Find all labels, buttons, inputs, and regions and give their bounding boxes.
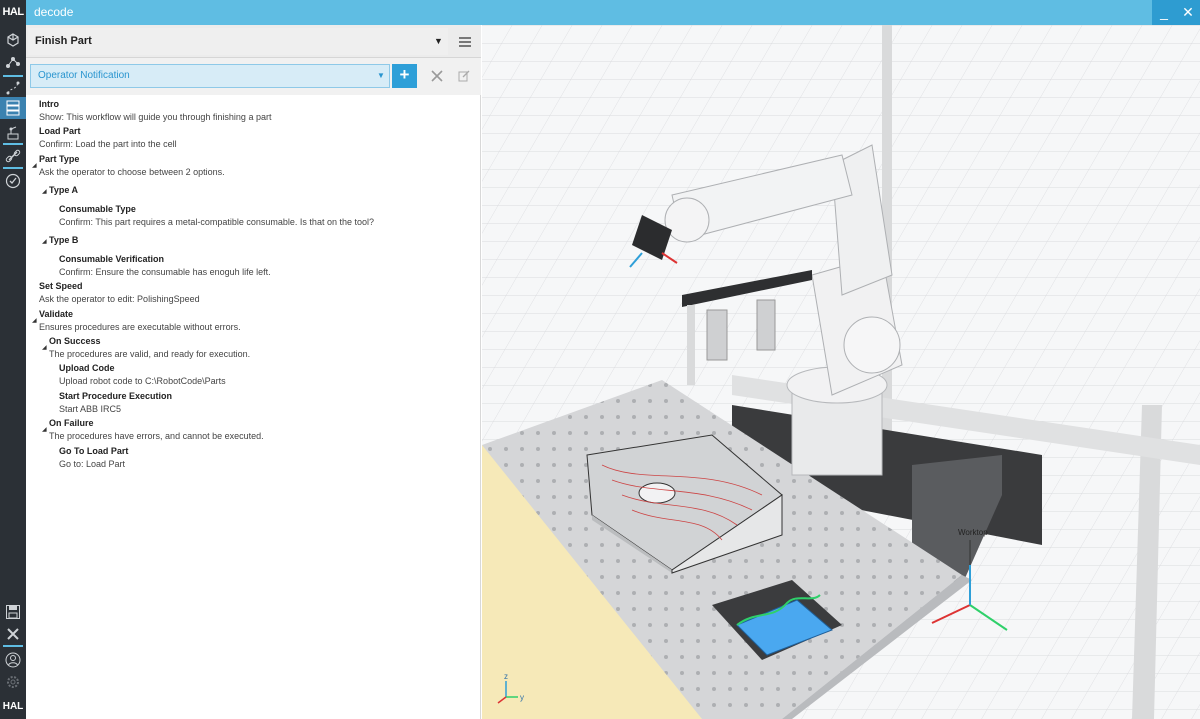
- node-desc: Ask the operator to choose between 2 opt…: [39, 167, 225, 177]
- tree-node-consumable-type[interactable]: Consumable Type Confirm: This part requi…: [59, 204, 374, 227]
- app-title: decode: [34, 5, 74, 19]
- collapse-triangle-icon[interactable]: ◢: [42, 238, 47, 245]
- tree-node-set-speed[interactable]: Set Speed Ask the operator to edit: Poli…: [39, 281, 200, 304]
- tree-node-type-a[interactable]: Type A: [49, 185, 78, 195]
- collapse-triangle-icon[interactable]: ◢: [32, 162, 37, 169]
- delete-step-button[interactable]: [425, 64, 449, 88]
- cube-icon[interactable]: [0, 29, 26, 51]
- collapse-triangle-icon[interactable]: ◢: [42, 188, 47, 195]
- node-desc: Confirm: Load the part into the cell: [39, 139, 177, 149]
- robot-wrist: [664, 197, 710, 243]
- hamburger-menu-icon[interactable]: [451, 28, 478, 55]
- gizmo-y-label: y: [520, 693, 524, 702]
- tree-node-start-procedure-execution[interactable]: Start Procedure Execution Start ABB IRC5: [59, 391, 172, 414]
- user-icon[interactable]: [0, 649, 26, 671]
- settings-icon[interactable]: [0, 671, 26, 693]
- node-title: Intro: [39, 99, 59, 109]
- node-title: Type B: [49, 235, 79, 245]
- rack-gripper: [706, 309, 728, 361]
- node-title: Consumable Verification: [59, 254, 165, 264]
- node-title: Load Part: [39, 126, 81, 136]
- node-desc: Show: This workflow will guide you throu…: [39, 112, 272, 122]
- node-title: Consumable Type: [59, 204, 136, 214]
- collapse-triangle-icon[interactable]: ◢: [42, 344, 47, 351]
- tree-node-load-part[interactable]: Load Part Confirm: Load the part into th…: [39, 126, 177, 149]
- robot-icon[interactable]: [0, 121, 26, 143]
- workflow-icon[interactable]: [0, 97, 26, 119]
- node-title: On Success: [49, 336, 101, 346]
- rail-logo: HAL: [2, 700, 24, 712]
- node-title: Upload Code: [59, 363, 115, 373]
- part-hole: [638, 482, 676, 504]
- link-icon[interactable]: [0, 145, 26, 167]
- node-desc: Confirm: Ensure the consumable has enogu…: [59, 267, 271, 277]
- close-icon[interactable]: [0, 623, 26, 645]
- node-title: Go To Load Part: [59, 446, 129, 456]
- node-title: Set Speed: [39, 281, 83, 291]
- node-desc: The procedures have errors, and cannot b…: [49, 431, 264, 441]
- step-type-label: Operator Notification: [38, 70, 130, 81]
- workflow-dropdown[interactable]: Finish Part ▼: [28, 28, 448, 55]
- graph-icon[interactable]: [0, 51, 26, 73]
- tree-node-part-type[interactable]: Part Type Ask the operator to choose bet…: [39, 154, 225, 177]
- tree-node-on-failure[interactable]: On Failure The procedures have errors, a…: [49, 418, 264, 441]
- worktop-label: Worktop: [958, 528, 988, 537]
- tree-node-validate[interactable]: Validate Ensures procedures are executab…: [39, 309, 241, 332]
- tool-rail: HAL: [0, 25, 26, 719]
- tree-node-type-b[interactable]: Type B: [49, 235, 78, 245]
- collapse-triangle-icon[interactable]: ◢: [42, 426, 47, 433]
- workflow-header: Finish Part ▼: [26, 25, 481, 58]
- rack-post: [687, 305, 695, 385]
- node-desc: Upload robot code to C:\RobotCode\Parts: [59, 376, 226, 386]
- rail-separator: [3, 167, 23, 169]
- node-desc: Confirm: This part requires a metal-comp…: [59, 217, 374, 227]
- node-title: On Failure: [49, 418, 94, 428]
- add-step-button[interactable]: +: [392, 64, 417, 88]
- tree-node-on-success[interactable]: On Success The procedures are valid, and…: [49, 336, 250, 359]
- check-circle-icon[interactable]: [0, 170, 26, 192]
- edit-icon: [458, 70, 470, 82]
- scene-canvas: Worktop z y: [482, 25, 1200, 719]
- tree-node-upload-code[interactable]: Upload Code Upload robot code to C:\Robo…: [59, 363, 226, 386]
- node-title: Start Procedure Execution: [59, 391, 173, 401]
- 3d-viewport[interactable]: Worktop z y: [482, 25, 1200, 719]
- tree-node-intro[interactable]: Intro Show: This workflow will guide you…: [39, 99, 271, 122]
- tree-node-go-to-load-part[interactable]: Go To Load Part Go to: Load Part: [59, 446, 128, 469]
- tree-node-consumable-verification[interactable]: Consumable Verification Confirm: Ensure …: [59, 254, 271, 277]
- node-title: Validate: [39, 309, 74, 319]
- workflow-panel: Finish Part ▼ Operator Notification ▼ + …: [26, 25, 481, 719]
- app-logo: HAL: [0, 0, 26, 25]
- rack-gripper: [756, 299, 776, 351]
- save-icon[interactable]: [0, 601, 26, 623]
- step-toolbar: Operator Notification ▼ +: [26, 58, 481, 95]
- caret-down-icon: ▼: [377, 71, 385, 80]
- step-type-dropdown[interactable]: Operator Notification ▼: [30, 64, 390, 88]
- workflow-title: Finish Part: [35, 35, 92, 47]
- caret-down-icon: ▼: [434, 36, 443, 46]
- node-desc: The procedures are valid, and ready for …: [49, 349, 251, 359]
- edit-step-button[interactable]: [452, 64, 476, 88]
- node-desc: Ask the operator to edit: PolishingSpeed: [39, 294, 200, 304]
- title-bar: HAL decode _ ✕: [0, 0, 1200, 25]
- path-icon[interactable]: [0, 77, 26, 99]
- gizmo-z-label: z: [504, 672, 508, 681]
- rail-separator: [3, 645, 23, 647]
- node-desc: Go to: Load Part: [59, 459, 126, 469]
- x-icon: [431, 70, 443, 82]
- minimize-button[interactable]: _: [1152, 0, 1176, 25]
- close-window-button[interactable]: ✕: [1176, 0, 1200, 25]
- node-title: Type A: [49, 185, 79, 195]
- node-title: Part Type: [39, 154, 80, 164]
- node-desc: Ensures procedures are executable withou…: [39, 322, 241, 332]
- collapse-triangle-icon[interactable]: ◢: [32, 317, 37, 324]
- robot-joint: [843, 316, 901, 374]
- node-desc: Start ABB IRC5: [59, 404, 122, 414]
